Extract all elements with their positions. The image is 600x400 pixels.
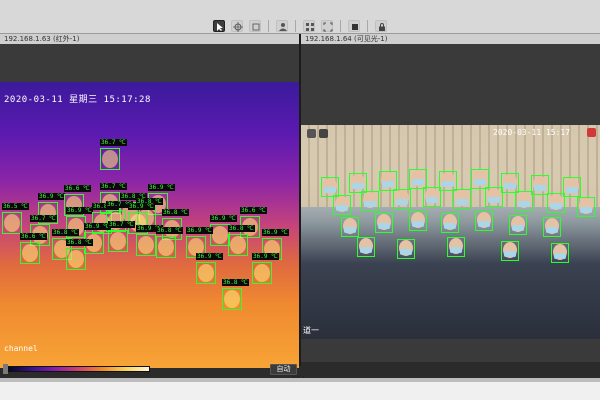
face-detection-box [485, 187, 503, 207]
visible-pane[interactable]: 2020-03-11 15:17 道一 [301, 44, 600, 362]
visible-channel-label: 道一 [303, 326, 319, 335]
face-detection-box [349, 173, 367, 193]
temperature-label: 36.9 ℃ [84, 223, 111, 230]
face-detection-box [441, 213, 459, 233]
toolbar-separator [295, 20, 296, 32]
select-icon[interactable] [213, 20, 225, 32]
face-detection-box [341, 217, 359, 237]
face-detection-box [397, 239, 415, 259]
face-detection-box [357, 237, 375, 257]
color-palette-bar[interactable] [8, 366, 150, 372]
visible-timestamp: 2020-03-11 15:17 [493, 128, 571, 137]
face-detection-box [196, 262, 216, 284]
face-detection-box [409, 211, 427, 231]
temperature-label: 36.7 ℃ [108, 221, 135, 228]
temperature-label: 36.8 ℃ [66, 239, 93, 246]
temperature-label: 36.5 ℃ [2, 203, 29, 210]
splitter-grip-icon[interactable]: ••• [292, 375, 308, 381]
temperature-label: 36.9 ℃ [252, 253, 279, 260]
face-detection-box [66, 248, 86, 270]
status-area [0, 382, 600, 400]
temperature-label: 36.8 ℃ [156, 227, 183, 234]
temperature-label: 36.9 ℃ [38, 193, 65, 200]
temperature-label: 36.9 ℃ [210, 215, 237, 222]
face-detection-box [409, 169, 427, 189]
visible-video[interactable]: 2020-03-11 15:17 道一 [301, 125, 600, 339]
face-detection-box [222, 288, 242, 310]
toolbar-separator [340, 20, 341, 32]
temperature-label: 36.9 ℃ [196, 253, 223, 260]
face-detection-box [447, 237, 465, 257]
face-detection-box [321, 177, 339, 197]
temperature-label: 36.9 ℃ [186, 227, 213, 234]
temperature-label: 36.7 ℃ [100, 139, 127, 146]
temperature-label: 36.7 ℃ [100, 183, 127, 190]
temperature-label: 36.8 ℃ [162, 209, 189, 216]
temperature-label: 36.6 ℃ [240, 207, 267, 214]
thermal-pane[interactable]: 2020-03-11 星期三 15:17:28 channel 36.7 ℃ 36… [0, 44, 299, 368]
temperature-label: 36.9 ℃ [148, 184, 175, 191]
face-detection-box [379, 171, 397, 191]
face-detection-box [543, 217, 561, 237]
toolbar [0, 0, 600, 34]
temperature-label: 36.9 ℃ [128, 203, 155, 210]
face-detection-box [228, 234, 248, 256]
face-detection-box [439, 171, 457, 191]
temperature-label: 36.9 ℃ [66, 207, 93, 214]
grid-icon[interactable] [303, 20, 315, 32]
thermal-video[interactable]: 2020-03-11 星期三 15:17:28 channel 36.7 ℃ 36… [0, 82, 299, 368]
video-record-icon[interactable] [319, 129, 328, 138]
face-detection-box [252, 262, 272, 284]
thermal-timestamp: 2020-03-11 星期三 15:17:28 [4, 95, 151, 105]
face-detection-box [471, 169, 489, 189]
toolbar-separator [268, 20, 269, 32]
temperature-label: 36.6 ℃ [20, 233, 47, 240]
face-detection-box [547, 193, 565, 213]
face-detection-box [2, 212, 22, 234]
face-detection-box [361, 191, 379, 211]
square-icon[interactable] [249, 20, 261, 32]
face-detection-box [475, 211, 493, 231]
face-detection-box [453, 189, 471, 209]
video-snapshot-icon[interactable] [307, 129, 316, 138]
face-detection-box [501, 241, 519, 261]
face-detection-box [501, 173, 519, 193]
temperature-label: 36.8 ℃ [222, 279, 249, 286]
right-panel-header: 192.168.1.64 (可见光-1) [301, 34, 600, 44]
face-detection-box [210, 224, 230, 246]
face-detection-box [20, 242, 40, 264]
face-detection-box [551, 243, 569, 263]
temperature-label: 36.8 ℃ [228, 225, 255, 232]
face-detection-box [509, 215, 527, 235]
close-icon[interactable] [587, 128, 596, 137]
lock-icon[interactable] [375, 20, 387, 32]
face-detection-box [393, 189, 411, 209]
face-detection-box [333, 195, 351, 215]
temperature-label: 36.7 ℃ [30, 215, 57, 222]
temperature-label: 36.9 ℃ [262, 229, 289, 236]
left-panel-header: 192.168.1.63 (红外-1) [0, 34, 299, 44]
toolbar-tools [0, 20, 600, 34]
face-detection-box [100, 148, 120, 170]
face-detection-box [531, 175, 549, 195]
face-detection-box [375, 213, 393, 233]
stop-icon[interactable] [348, 20, 360, 32]
face-detection-box [563, 177, 581, 197]
face-detection-box [423, 187, 441, 207]
fullscreen-icon[interactable] [321, 20, 333, 32]
temperature-label: 36.6 ℃ [64, 185, 91, 192]
temperature-label: 36.8 ℃ [52, 229, 79, 236]
face-detection-box [156, 236, 176, 258]
person-icon[interactable] [276, 20, 288, 32]
face-detection-box [136, 234, 156, 256]
thermal-channel-label: channel [4, 344, 38, 353]
crosshair-icon[interactable] [231, 20, 243, 32]
toolbar-separator [367, 20, 368, 32]
face-detection-box [108, 230, 128, 252]
face-detection-box [577, 197, 595, 217]
face-detection-box [515, 191, 533, 211]
